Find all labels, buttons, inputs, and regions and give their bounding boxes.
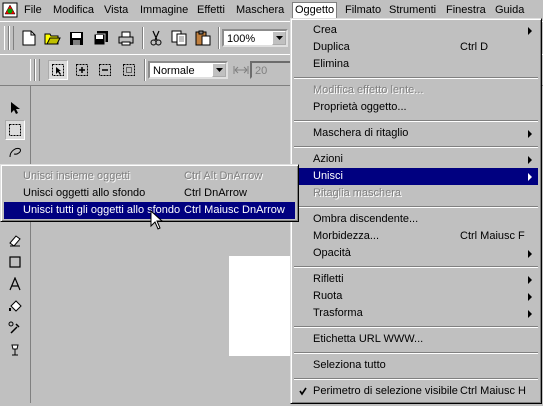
select-subtract-icon[interactable] [95,60,115,80]
paste-icon[interactable] [193,28,213,48]
chevron-down-icon[interactable] [212,63,226,77]
menu-separator [294,206,538,208]
submenu-arrow-icon [528,27,532,35]
menu-separator [294,378,538,380]
menu-item-perimetro-selezione[interactable]: Perimetro di selezione visibile Ctrl Maiu… [294,383,538,400]
submenu-arrow-icon [528,130,532,138]
menu-separator [294,77,538,79]
menu-vista[interactable]: Vista [104,3,128,18]
cut-scissors-icon[interactable] [146,28,166,48]
menu-maschera[interactable]: Maschera [236,3,284,18]
menu-separator [294,146,538,148]
mode-value: Normale [153,65,195,77]
menu-item-duplica[interactable]: Duplica Ctrl D [294,39,538,56]
menu-bar: File Modifica Vista Immagine Effetti Mas… [0,0,543,20]
submenu-arrow-icon [528,173,532,181]
rectangle-select-icon[interactable] [5,120,25,140]
menu-oggetto[interactable]: Oggetto [292,2,338,18]
eraser-icon[interactable] [5,230,25,250]
menu-item-opacita[interactable]: Opacità [294,245,538,262]
menu-item-crea[interactable]: Crea [294,22,538,39]
menu-separator [294,266,538,268]
toolbar-grip[interactable] [9,26,14,50]
menu-item-etichetta-url[interactable]: Etichetta URL WWW... [294,331,538,348]
zoom-value: 100% [227,33,256,45]
menu-item-modifica-effetto-lente: Modifica effetto lente... [313,84,424,96]
chevron-down-icon[interactable] [272,31,286,45]
submenu-item-unisci-oggetti-sfondo[interactable]: Unisci oggetti allo sfondo Ctrl DnArrow [4,185,295,202]
toolbar-separator [142,27,144,49]
toolbar-grip[interactable] [35,59,40,81]
app-icon[interactable] [2,2,18,18]
tool-palette [0,86,31,403]
copy-icon[interactable] [169,28,189,48]
zoom-select[interactable]: 100% [222,29,288,47]
new-file-icon[interactable] [19,28,39,48]
menu-guida[interactable]: Guida [495,3,524,18]
menu-item-seleziona-tutto[interactable]: Seleziona tutto [294,357,538,374]
submenu-arrow-icon [528,276,532,284]
select-new-icon[interactable] [48,60,68,80]
menu-item-rifletti[interactable]: Rifletti [294,271,538,288]
save-disk-icon[interactable] [66,28,86,48]
menu-immagine[interactable]: Immagine [140,3,188,18]
arrow-pointer-icon[interactable] [5,98,25,118]
menu-separator [294,120,538,122]
eyedropper-icon[interactable] [5,318,25,338]
mouse-cursor-icon [150,209,164,230]
menu-item-maschera-di-ritaglio[interactable]: Maschera di ritaglio [294,125,538,142]
image-document[interactable] [229,256,299,356]
select-intersect-icon[interactable] [119,60,139,80]
menu-item-ombra-discendente[interactable]: Ombra discendente... [294,211,538,228]
menu-item-unisci[interactable]: Unisci [294,168,538,185]
open-folder-icon[interactable] [42,28,62,48]
menu-item-ritaglia-maschera: Ritaglia maschera [313,187,402,199]
menu-item-trasforma[interactable]: Trasforma [294,305,538,322]
menu-filmato[interactable]: Filmato [345,3,381,18]
oggetto-menu: Crea Duplica Ctrl D Elimina Modifica effe… [290,18,542,404]
submenu-arrow-icon [528,250,532,258]
select-add-icon[interactable] [72,60,92,80]
submenu-arrow-icon [528,310,532,318]
lasso-icon[interactable] [5,142,25,162]
menu-item-morbidezza[interactable]: Morbidezza... Ctrl Maiusc F [294,228,538,245]
toolbar-separator [144,59,146,81]
menu-item-azioni[interactable]: Azioni [294,151,538,168]
menu-separator [294,352,538,354]
menu-item-proprieta-oggetto[interactable]: Proprietà oggetto... [294,99,538,116]
submenu-arrow-icon [528,156,532,164]
submenu-item-unisci-insieme-oggetti: Unisci insieme oggetti Ctrl Alt DnArrow [23,170,263,182]
size-value: 20 [255,65,268,77]
size-width-icon [233,64,249,76]
toolbar-separator [218,27,220,49]
mode-select[interactable]: Normale [148,61,228,79]
menu-separator [294,326,538,328]
submenu-arrow-icon [528,293,532,301]
menu-file[interactable]: File [24,3,42,18]
menu-finestra[interactable]: Finestra [446,3,486,18]
print-icon[interactable] [116,28,136,48]
rectangle-shape-icon[interactable] [5,252,25,272]
paint-bucket-icon[interactable] [5,296,25,316]
menu-effetti[interactable]: Effetti [197,3,225,18]
text-tool-icon[interactable] [5,274,25,294]
menu-item-elimina[interactable]: Elimina [294,56,538,73]
clone-tool-icon[interactable] [5,340,25,360]
save-all-icon[interactable] [91,28,111,48]
menu-modifica[interactable]: Modifica [53,3,94,18]
menu-strumenti[interactable]: Strumenti [389,3,436,18]
menu-item-ruota[interactable]: Ruota [294,288,538,305]
